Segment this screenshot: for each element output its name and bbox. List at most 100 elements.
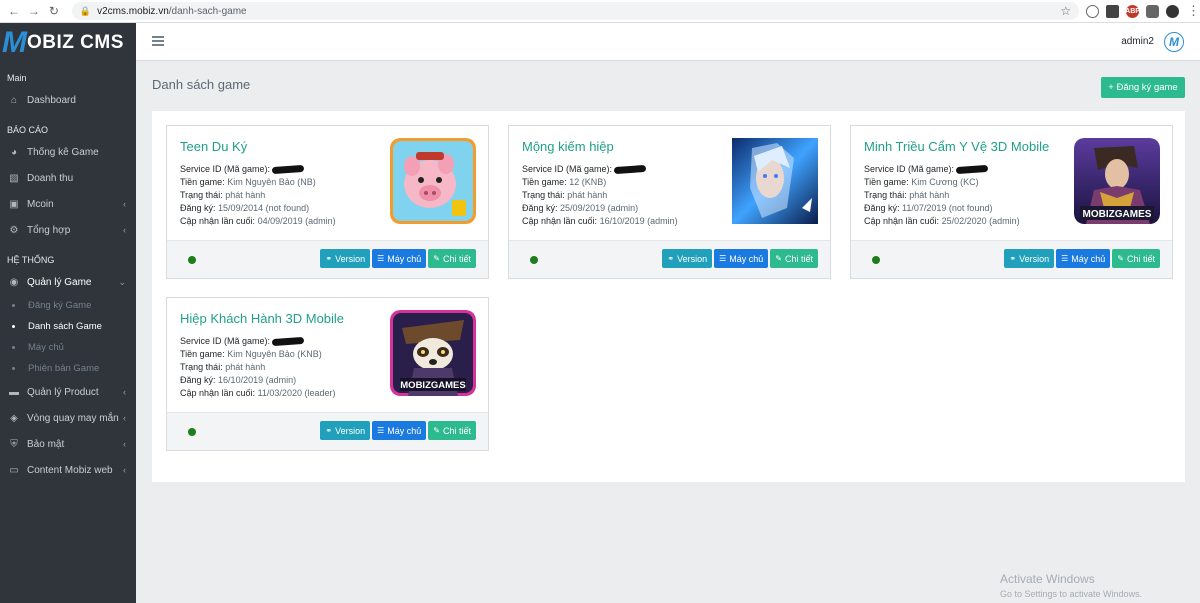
list-icon: ☰: [377, 426, 385, 435]
server-button[interactable]: ☰ Máy chủ: [372, 421, 427, 440]
sidebar-item-dashboard[interactable]: ⌂ Dashboard: [0, 87, 136, 113]
game-card: Hiệp Khách Hành 3D Mobile Service ID (Mã…: [166, 297, 489, 451]
updated-label: Cập nhận lần cuối:: [522, 216, 598, 226]
sidebar-item-game-management[interactable]: ◉ Quản lý Game ⌄: [0, 269, 136, 295]
sidebar-item-label: Mcoin: [27, 198, 54, 210]
chevron-left-icon: ‹: [123, 413, 126, 423]
chevron-left-icon: ‹: [123, 199, 126, 209]
server-button-label: Máy chủ: [387, 253, 422, 264]
user-name[interactable]: admin2: [1121, 36, 1154, 47]
version-button[interactable]: ⚭ Version: [1004, 249, 1055, 268]
registered-value: 16/10/2019 (admin): [218, 375, 297, 385]
currency-value: Kim Cương (KC): [911, 177, 979, 187]
sidebar-subitem-register-game[interactable]: Đăng ký Game: [0, 295, 136, 316]
status-label: Trạng thái:: [180, 190, 223, 200]
status-value: phát hành: [567, 190, 608, 200]
sidebar-subitem-game-list[interactable]: Danh sách Game: [0, 316, 136, 337]
watermark-title: Activate Windows: [1000, 572, 1095, 586]
game-name-link[interactable]: Minh Triều Cẩm Y Vệ 3D Mobile: [864, 139, 1049, 154]
detail-button[interactable]: ✎ Chi tiết: [428, 421, 476, 440]
gear-icon: ⚙: [9, 224, 19, 236]
updated-label: Cập nhận lần cuối:: [180, 388, 256, 398]
game-info: Service ID (Mã game): Tiền game: Kim Ngu…: [180, 163, 336, 228]
sidebar-item-security[interactable]: ⛨ Bảo mật ‹: [0, 431, 136, 457]
page-title: Danh sách game: [152, 77, 251, 92]
list-icon: ☰: [377, 254, 385, 263]
home-icon: ⌂: [10, 94, 18, 106]
profile-avatar[interactable]: [1166, 4, 1179, 18]
chevron-down-icon: ⌄: [118, 276, 126, 287]
server-button[interactable]: ☰ Máy chủ: [714, 249, 769, 268]
sidebar-item-mcoin[interactable]: ▣ Mcoin ‹: [0, 191, 136, 217]
windows-activation-watermark: Activate Windows Go to Settings to activ…: [1000, 572, 1142, 599]
browser-menu-icon[interactable]: ⋮: [1187, 3, 1200, 19]
detail-button-label: Chi tiết: [442, 253, 471, 264]
sidebar-item-content-web[interactable]: ▭ Content Mobiz web ‹: [0, 457, 136, 483]
detail-button[interactable]: ✎ Chi tiết: [770, 249, 818, 268]
service-id-label: Service ID (Mã game):: [180, 336, 271, 346]
updated-value: 04/09/2019 (admin): [257, 216, 336, 226]
server-button[interactable]: ☰ Máy chủ: [1056, 249, 1111, 268]
sidebar-subitem-game-versions[interactable]: Phiên bản Game: [0, 358, 136, 379]
sidebar-subitem-servers[interactable]: Máy chủ: [0, 337, 136, 358]
detail-button[interactable]: ✎ Chi tiết: [428, 249, 476, 268]
registered-value: 25/09/2019 (admin): [560, 203, 639, 213]
sidebar-item-label: Thống kê Game: [27, 146, 99, 158]
edit-icon: ✎: [433, 426, 440, 435]
sidebar-item-revenue[interactable]: ▧ Doanh thu: [0, 165, 136, 191]
game-name-link[interactable]: Hiệp Khách Hành 3D Mobile: [180, 311, 344, 326]
reload-icon[interactable]: ↻: [46, 4, 62, 18]
currency-label: Tiền game:: [180, 349, 225, 359]
game-info: Service ID (Mã game): Tiền game: 12 (KNB…: [522, 163, 678, 228]
sidebar-item-summary[interactable]: ⚙ Tổng hợp ‹: [0, 217, 136, 243]
version-button-label: Version: [335, 425, 366, 436]
register-game-button[interactable]: + Đăng ký game: [1101, 77, 1185, 98]
palette-icon: ◈: [10, 412, 18, 424]
service-id-label: Service ID (Mã game):: [180, 164, 271, 174]
sidebar-section-report: BÁO CÁO: [7, 125, 49, 135]
extension-icon[interactable]: [1086, 4, 1100, 18]
sidebar-item-label: Dashboard: [27, 94, 76, 106]
adblock-icon[interactable]: ABP: [1125, 4, 1140, 18]
shield-icon: ⛨: [10, 438, 18, 450]
bookmark-star-icon[interactable]: ☆: [1060, 4, 1071, 18]
game-thumbnail: MOBIZGAMES: [390, 310, 476, 396]
sidebar: M OBIZ CMS Main ⌂ Dashboard BÁO CÁO ◕ Th…: [0, 23, 136, 603]
status-value: phát hành: [909, 190, 950, 200]
currency-label: Tiền game:: [864, 177, 909, 187]
detail-button[interactable]: ✎ Chi tiết: [1112, 249, 1160, 268]
updated-value: 16/10/2019 (admin): [599, 216, 678, 226]
version-button[interactable]: ⚭ Version: [662, 249, 713, 268]
address-bar[interactable]: 🔒 v2cms.mobiz.vn/danh-sach-game ☆: [71, 2, 1080, 20]
status-value: phát hành: [225, 362, 266, 372]
back-icon[interactable]: ←: [6, 4, 22, 18]
currency-value: 12 (KNB): [569, 177, 607, 187]
extension-icon[interactable]: [1146, 4, 1160, 18]
sidebar-item-label: Doanh thu: [27, 172, 74, 184]
forward-icon[interactable]: →: [26, 4, 42, 18]
redacted-mark: [271, 165, 305, 175]
server-button[interactable]: ☰ Máy chủ: [372, 249, 427, 268]
game-name-link[interactable]: Mộng kiếm hiệp: [522, 139, 614, 154]
brand-logo[interactable]: M OBIZ CMS: [0, 23, 136, 63]
chevron-left-icon: ‹: [123, 225, 126, 235]
extension-icon[interactable]: [1106, 4, 1120, 18]
detail-button-label: Chi tiết: [1126, 253, 1155, 264]
game-name-link[interactable]: Teen Du Ký: [180, 139, 247, 154]
sidebar-section-system: HỆ THỐNG: [7, 255, 55, 265]
sidebar-item-lucky-wheel[interactable]: ◈ Vòng quay may mắn ‹: [0, 405, 136, 431]
updated-label: Cập nhận lần cuối:: [864, 216, 940, 226]
user-avatar[interactable]: M: [1164, 32, 1184, 52]
updated-value: 25/02/2020 (admin): [941, 216, 1020, 226]
link-icon: ⚭: [667, 254, 675, 263]
sidebar-item-game-stats[interactable]: ◕ Thống kê Game: [0, 139, 136, 165]
registered-value: 15/09/2014 (not found): [218, 203, 310, 213]
version-button[interactable]: ⚭ Version: [320, 249, 371, 268]
menu-toggle-icon[interactable]: [152, 36, 164, 46]
link-icon: ⚭: [1009, 254, 1017, 263]
list-icon: ☰: [719, 254, 727, 263]
sidebar-item-product-management[interactable]: ▬ Quản lý Product ‹: [0, 379, 136, 405]
version-button[interactable]: ⚭ Version: [320, 421, 371, 440]
currency-value: Kim Nguyên Bảo (KNB): [227, 349, 322, 359]
edit-icon: ✎: [1117, 254, 1124, 263]
